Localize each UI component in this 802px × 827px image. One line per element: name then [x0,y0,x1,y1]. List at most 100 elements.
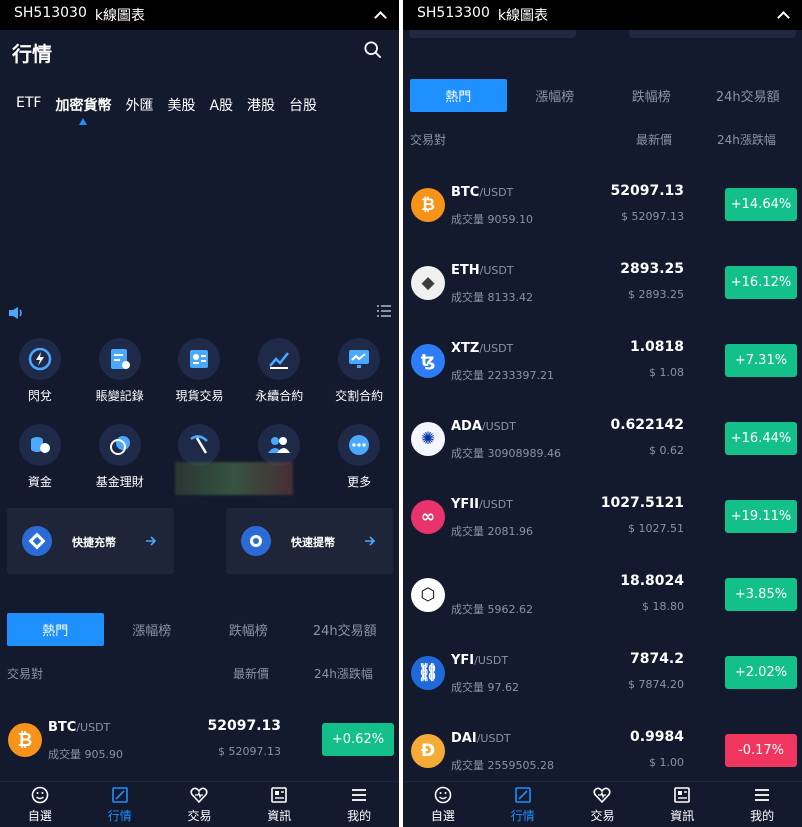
fund-icon [30,437,50,453]
table-row[interactable]: ⛓ YFI/USDT 成交量 97.62 7874.2 $ 7874.20 +2… [403,634,802,712]
tab-hot[interactable]: 熱門 [7,613,104,646]
table-row[interactable]: ∞ YFII/USDT 成交量 2081.96 1027.5121 $ 1027… [403,478,802,556]
table-row[interactable]: Ð DAI/USDT 成交量 2559505.28 0.9984 $ 1.00 … [403,712,802,790]
table-row[interactable]: ◆ ETH/USDT 成交量 8133.42 2893.25 $ 2893.25… [403,244,802,322]
table-row[interactable]: ₿ BTC/USDT 成交量 905.90 52097.13 $ 52097.1… [0,701,399,779]
feature-perpetual-contract[interactable]: 永續合約 [239,338,319,404]
row-quote: /USDT [479,342,514,355]
row-change-badge: +16.12% [725,266,797,299]
row-quote: /USDT [476,732,511,745]
ada-icon: ✺ [411,422,445,456]
nav-favorites[interactable]: 自選 [0,782,80,827]
row-fiat: $ 52097.13 [621,210,684,223]
nav-news[interactable]: 資訊 [239,782,319,827]
collapse-chevron-icon[interactable] [777,10,790,24]
tab-gainers[interactable]: 漲幅榜 [507,79,604,112]
more-icon [349,435,370,455]
row-base: ETH [451,263,480,278]
row-fiat: $ 1027.51 [628,522,684,535]
tab-crypto[interactable]: 加密貨幣 [55,95,111,125]
mining-icon [190,435,209,454]
table-row[interactable]: ⬡ 成交量 5962.62 18.8024 $ 18.80 +3.85% [403,556,802,634]
row-base: BTC [48,720,77,735]
nav-favorites[interactable]: 自選 [403,782,483,827]
page-title: 行情 [12,42,52,66]
row-change-badge: +7.31% [725,344,797,377]
menu-icon [352,788,367,801]
row-base: ADA [451,419,482,434]
tab-hot[interactable]: 熱門 [410,79,507,112]
quick-withdraw-card[interactable]: 快速提幣 [226,508,393,574]
feature-spot-trading[interactable]: 現貨交易 [160,338,240,404]
row-volume: 成交量 2233397.21 [451,369,554,382]
btc-icon: ₿ [8,723,42,757]
nav-news[interactable]: 資訊 [642,782,722,827]
feature-more[interactable]: 更多 [319,424,399,490]
row-quote: /USDT [76,721,111,734]
row-change-badge: +14.64% [725,188,797,221]
news-icon [271,786,288,803]
table-row[interactable]: ₿ BTC/USDT 成交量 9059.10 52097.13 $ 52097.… [403,166,802,244]
tab-etf[interactable]: ETF [16,95,41,115]
feature-fund-finance[interactable]: 基金理財 [80,424,160,490]
delivery-icon [349,350,370,368]
bottom-nav: 自選 行情 交易 資訊 我的 [0,781,399,827]
chart-icon [111,786,128,803]
row-base: YFI [451,653,475,668]
record-icon [110,349,130,369]
quick-deposit-card[interactable]: 快捷充幣 [7,508,174,574]
btc-icon: ₿ [411,188,445,222]
row-fiat: $ 0.62 [649,444,684,457]
row-fiat: $ 2893.25 [628,288,684,301]
tab-gainers[interactable]: 漲幅榜 [104,613,201,646]
deposit-icon [22,526,52,556]
header-change: 24h漲跌幅 [717,133,776,147]
tab-24h-volume[interactable]: 24h交易額 [700,79,797,112]
smile-icon [31,786,49,803]
list-icon[interactable] [377,304,391,318]
row-price: 18.8024 [620,573,684,589]
row-change-badge: +19.11% [725,500,797,533]
heart-icon [593,787,612,803]
feature-funds[interactable]: 資金 [0,424,80,490]
tab-forex[interactable]: 外匯 [125,95,153,115]
row-base: XTZ [451,341,480,356]
tab-losers[interactable]: 跌幅榜 [200,613,297,646]
row-base: BTC [451,185,480,200]
nav-market[interactable]: 行情 [483,782,563,827]
feature-flash-exchange[interactable]: 閃兌 [0,338,80,404]
feature-account-records[interactable]: 賬變記錄 [80,338,160,404]
tab-a-shares[interactable]: A股 [209,95,233,115]
collapse-chevron-icon[interactable] [374,10,387,24]
search-icon[interactable] [364,41,382,59]
chart-icon [514,786,531,803]
row-volume: 成交量 2081.96 [451,525,533,538]
nav-mine[interactable]: 我的 [722,782,802,827]
row-change-badge: +3.85% [725,578,797,611]
table-row[interactable]: ✺ ADA/USDT 成交量 30908989.46 0.622142 $ 0.… [403,400,802,478]
tab-tw-stocks[interactable]: 台股 [289,95,317,115]
topbar-code: SH513030 [14,5,87,21]
heart-icon [190,787,209,803]
nav-trade[interactable]: 交易 [160,782,240,827]
row-volume: 成交量 30908989.46 [451,447,561,460]
header-price: 最新價 [233,667,270,681]
tab-hk-stocks[interactable]: 港股 [247,95,275,115]
row-base: DAI [451,731,477,746]
right-screen: SH513300 k線圖表 熱門 漲幅榜 跌幅榜 24h交易額 交易對 最新價 2… [403,0,802,827]
nav-mine[interactable]: 我的 [319,782,399,827]
nav-market[interactable]: 行情 [80,782,160,827]
topbar-title: k線圖表 [94,8,145,24]
tab-us-stocks[interactable]: 美股 [167,95,195,115]
tab-24h-volume[interactable]: 24h交易額 [297,613,394,646]
row-fiat: $ 1.00 [649,756,684,769]
news-icon [674,786,691,803]
table-row[interactable]: ꜩ XTZ/USDT 成交量 2233397.21 1.0818 $ 1.08 … [403,322,802,400]
row-quote: /USDT [478,498,513,511]
card-edge [409,30,576,38]
row-fiat: $ 1.08 [649,366,684,379]
nav-trade[interactable]: 交易 [563,782,643,827]
feature-delivery-contract[interactable]: 交割合約 [319,338,399,404]
topbar-title: k線圖表 [497,8,548,24]
tab-losers[interactable]: 跌幅榜 [603,79,700,112]
